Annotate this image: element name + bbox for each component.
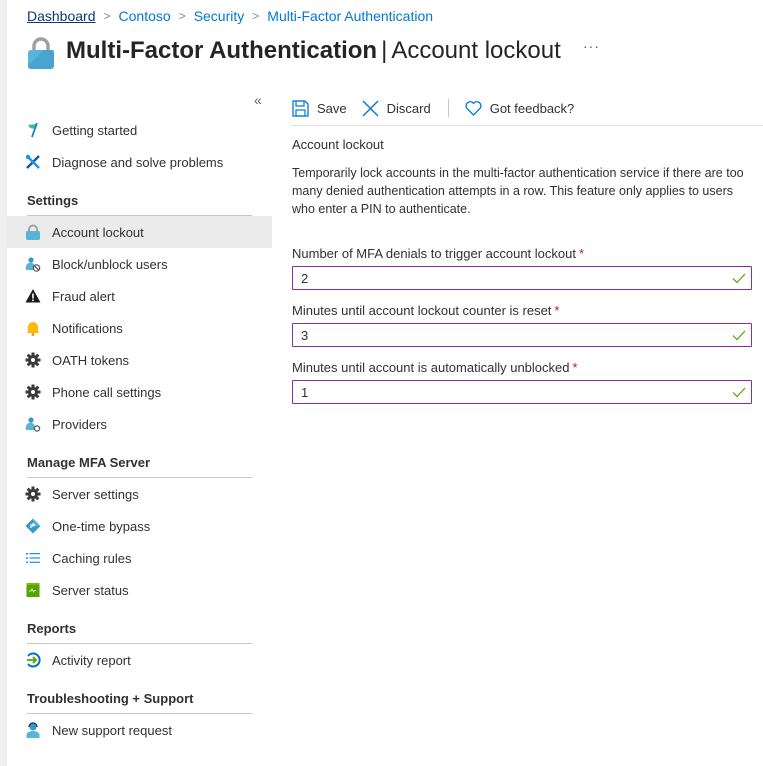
gear-icon [25, 486, 41, 502]
sidebar-item-label: Server settings [52, 486, 139, 502]
field-label: Number of MFA denials to trigger account… [292, 246, 585, 261]
section-manage-mfa-server: Manage MFA Server [27, 455, 151, 470]
section-reports: Reports [27, 621, 77, 636]
sidebar-item-server-settings[interactable]: Server settings [7, 478, 272, 510]
breadcrumb-mfa[interactable]: Multi-Factor Authentication [267, 8, 433, 24]
sidebar-item-getting-started[interactable]: Getting started [7, 114, 272, 146]
sidebar-item-diagnose[interactable]: Diagnose and solve problems [7, 146, 272, 178]
sidebar-item-phone-call-settings[interactable]: Phone call settings [7, 376, 272, 408]
sidebar-item-label: Server status [52, 582, 129, 598]
sidebar-item-label: OATH tokens [52, 352, 130, 368]
sidebar-item-label: Caching rules [52, 550, 132, 566]
field-auto-unblock: Minutes until account is automatically u… [292, 360, 754, 404]
sidebar-item-label: Getting started [52, 122, 138, 138]
sidebar-item-new-support-request[interactable]: New support request [7, 714, 272, 746]
breadcrumb-contoso[interactable]: Contoso [119, 8, 171, 24]
command-bar: Save Discard Got feedback? [292, 96, 589, 120]
sidebar-item-activity-report[interactable]: Activity report [7, 644, 272, 676]
gear-icon [25, 384, 41, 400]
rocket-flag-icon [25, 122, 41, 138]
sidebar-item-label: Block/unblock users [52, 256, 168, 272]
portal-left-edge [0, 0, 7, 766]
diamond-arrow-icon [25, 518, 41, 534]
more-options-button[interactable]: ··· [583, 38, 600, 54]
toolbar-divider-line [292, 125, 763, 126]
description: Temporarily lock accounts in the multi-f… [292, 166, 744, 216]
user-gear-icon [25, 416, 41, 432]
sidebar-item-label: Fraud alert [52, 288, 115, 304]
lock-icon [25, 224, 41, 240]
checkmark-icon [732, 387, 746, 398]
heart-icon [465, 100, 482, 116]
sidebar-item-block-unblock-users[interactable]: Block/unblock users [7, 248, 272, 280]
support-person-icon [25, 722, 41, 738]
main-content: Account lockout Temporarily lock account… [292, 137, 754, 417]
sidebar-item-label: Account lockout [52, 224, 144, 240]
input-wrapper [292, 266, 752, 290]
sidebar-item-label: One-time bypass [52, 518, 151, 534]
auto-unblock-input[interactable] [293, 381, 751, 403]
gear-icon [25, 352, 41, 368]
required-asterisk: * [578, 246, 585, 261]
toolbar-divider [447, 99, 449, 117]
sidebar-item-notifications[interactable]: Notifications [7, 312, 272, 344]
sidebar: Getting started Diagnose and solve probl… [7, 114, 272, 746]
required-asterisk: * [572, 360, 578, 375]
lockout-counter-reset-input[interactable] [293, 324, 751, 346]
sidebar-item-label: Activity report [52, 652, 131, 668]
chevron-right-icon: > [103, 9, 111, 23]
breadcrumb-security[interactable]: Security [194, 8, 245, 24]
bell-icon [25, 320, 41, 336]
user-block-icon [25, 256, 41, 272]
server-status-icon [25, 582, 41, 598]
sidebar-item-one-time-bypass[interactable]: One-time bypass [7, 510, 272, 542]
chevron-right-icon: > [178, 9, 186, 23]
save-label: Save [317, 100, 347, 116]
page-subtitle: Account lockout [391, 37, 561, 64]
lock-icon [28, 37, 54, 69]
field-lockout-counter-reset: Minutes until account lockout counter is… [292, 303, 754, 347]
save-icon [292, 99, 309, 117]
page-title: Multi-Factor Authentication | Account lock… [66, 37, 561, 64]
required-asterisk: * [554, 303, 560, 318]
sidebar-item-caching-rules[interactable]: Caching rules [7, 542, 272, 574]
section-heading: Account lockout [292, 137, 384, 152]
field-label: Minutes until account lockout counter is… [292, 303, 560, 318]
sidebar-item-label: Phone call settings [52, 384, 162, 400]
wrench-screwdriver-icon [25, 154, 41, 170]
sidebar-item-label: Providers [52, 416, 107, 432]
collapse-sidebar-button[interactable]: « [254, 92, 262, 108]
input-wrapper [292, 323, 752, 347]
sidebar-item-fraud-alert[interactable]: Fraud alert [7, 280, 272, 312]
sidebar-item-label: Diagnose and solve problems [52, 154, 224, 170]
activity-report-icon [25, 652, 41, 668]
mfa-denials-input[interactable] [293, 267, 751, 289]
feedback-button[interactable]: Got feedback? [465, 100, 575, 116]
feedback-label: Got feedback? [489, 100, 575, 116]
sidebar-item-oath-tokens[interactable]: OATH tokens [7, 344, 272, 376]
list-icon [25, 550, 41, 566]
section-settings: Settings [27, 193, 79, 208]
chevron-right-icon: > [252, 9, 260, 23]
sidebar-item-account-lockout[interactable]: Account lockout [7, 216, 272, 248]
discard-button[interactable]: Discard [362, 100, 431, 117]
discard-label: Discard [386, 100, 431, 116]
field-mfa-denials: Number of MFA denials to trigger account… [292, 246, 754, 290]
sidebar-item-label: Notifications [52, 320, 123, 336]
close-icon [362, 100, 379, 116]
breadcrumb: Dashboard > Contoso > Security > Multi-F… [27, 8, 433, 24]
checkmark-icon [732, 330, 746, 341]
sidebar-item-label: New support request [52, 722, 172, 738]
field-label: Minutes until account is automatically u… [292, 360, 578, 375]
checkmark-icon [732, 273, 746, 284]
sidebar-item-server-status[interactable]: Server status [7, 574, 272, 606]
save-button[interactable]: Save [292, 99, 347, 117]
section-troubleshooting-support: Troubleshooting + Support [27, 691, 194, 706]
sidebar-item-providers[interactable]: Providers [7, 408, 272, 440]
warning-icon [25, 288, 41, 304]
breadcrumb-dashboard[interactable]: Dashboard [27, 8, 96, 24]
page-header: Multi-Factor Authentication | Account lock… [27, 34, 561, 69]
input-wrapper [292, 380, 752, 404]
